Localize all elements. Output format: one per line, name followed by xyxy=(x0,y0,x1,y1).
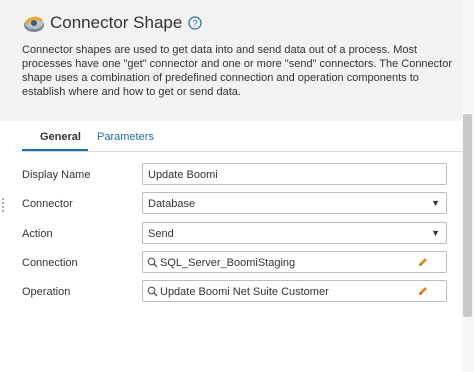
action-select[interactable]: Send ▼ xyxy=(142,222,447,244)
connection-value: SQL_Server_BoomiStaging xyxy=(160,257,296,269)
help-circle-icon[interactable]: ? xyxy=(188,16,202,30)
header-panel: Connector Shape ? Connector shapes are u… xyxy=(0,0,474,121)
shape-description: Connector shapes are used to get data in… xyxy=(22,44,453,98)
scrollbar-thumb[interactable] xyxy=(463,114,472,317)
tab-bar: General Parameters xyxy=(0,121,462,152)
operation-label: Operation xyxy=(22,286,71,298)
tab-general[interactable]: General xyxy=(40,131,81,143)
operation-row: Operation Update Boomi Net Suite Custome… xyxy=(0,280,462,306)
display-name-label: Display Name xyxy=(22,169,91,181)
connection-picker[interactable]: SQL_Server_BoomiStaging xyxy=(142,251,447,273)
caret-down-icon[interactable]: ▼ xyxy=(431,228,440,238)
tab-divider xyxy=(22,151,462,152)
svg-text:?: ? xyxy=(193,19,198,29)
action-label: Action xyxy=(22,228,53,240)
action-value: Send xyxy=(148,228,174,240)
display-name-row: Display Name Update Boomi xyxy=(0,163,462,189)
connector-label: Connector xyxy=(22,198,73,210)
tab-parameters[interactable]: Parameters xyxy=(97,131,154,143)
connector-value: Database xyxy=(148,198,196,210)
search-icon[interactable] xyxy=(147,286,158,297)
connector-shape-icon xyxy=(22,11,46,35)
display-name-input[interactable]: Update Boomi xyxy=(142,163,447,185)
pencil-icon[interactable] xyxy=(417,256,428,268)
caret-down-icon[interactable]: ▼ xyxy=(431,198,440,208)
connector-row: Connector Database ▼ xyxy=(0,192,462,218)
page-title: Connector Shape xyxy=(50,13,183,32)
operation-picker[interactable]: Update Boomi Net Suite Customer xyxy=(142,280,447,302)
pencil-icon[interactable] xyxy=(417,285,428,297)
display-name-value: Update Boomi xyxy=(148,169,218,181)
header: Connector Shape ? xyxy=(22,11,202,35)
connection-row: Connection SQL_Server_BoomiStaging xyxy=(0,251,462,277)
resize-handle[interactable] xyxy=(2,198,5,214)
connection-label: Connection xyxy=(22,257,78,269)
operation-value: Update Boomi Net Suite Customer xyxy=(160,286,329,298)
action-row: Action Send ▼ xyxy=(0,222,462,248)
search-icon[interactable] xyxy=(147,257,158,268)
connector-select[interactable]: Database ▼ xyxy=(142,192,447,214)
